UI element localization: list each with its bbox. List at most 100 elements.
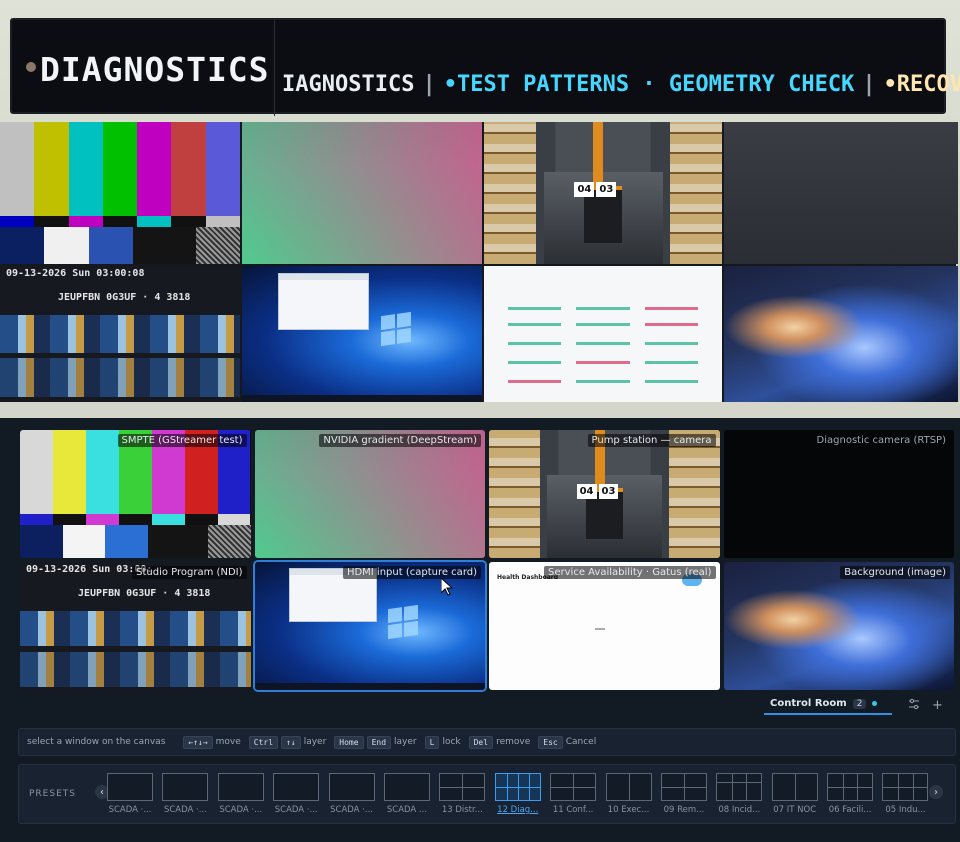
window-label: Pump station — camera: [587, 434, 716, 447]
preset-name: SCADA ·...: [108, 805, 152, 815]
sliders-icon[interactable]: [908, 698, 920, 714]
wall-timestamp: 09-13-2026 Sun 03:00:08: [6, 268, 145, 279]
preset-name: SCADA ...: [386, 805, 428, 815]
preset-item[interactable]: 13 Distr...: [439, 773, 486, 815]
preset-list: SCADA ·... SCADA ·... SCADA ·... SCADA ·...…: [107, 773, 929, 815]
preset-item[interactable]: 11 Conf...: [550, 773, 597, 815]
presets-label: PRESETS: [29, 789, 76, 799]
preset-thumbnail: [827, 773, 874, 801]
preset-name: 06 Facili...: [828, 805, 872, 815]
preset-item[interactable]: SCADA ·...: [217, 773, 264, 815]
hint-action: lock: [442, 737, 461, 747]
preset-item[interactable]: 08 Incid...: [716, 773, 763, 815]
key-home: Home: [334, 735, 364, 749]
preset-thumbnail: [383, 773, 430, 801]
wall-screen-gradient: [242, 122, 482, 264]
key-del: Del: [468, 735, 494, 749]
preset-item[interactable]: SCADA ·...: [162, 773, 209, 815]
wall-tag-b: 03: [596, 181, 617, 197]
preset-thumbnail: [550, 773, 597, 801]
preset-item[interactable]: 10 Exec...: [605, 773, 652, 815]
preset-thumbnail: [217, 773, 264, 801]
canvas-window-gatus[interactable]: Health Dashboard Service Availability · …: [489, 562, 720, 690]
canvas-window-gradient[interactable]: NVIDIA gradient (DeepStream): [254, 430, 485, 558]
key-arrows: ←↑↓→: [183, 735, 213, 749]
chevron-right-icon[interactable]: ›: [929, 785, 943, 799]
ticker-main-text: DIAGNOSTICS: [40, 50, 270, 89]
preset-thumbnail: [771, 773, 818, 801]
live-indicator-icon: [872, 700, 878, 706]
tab-control-room[interactable]: Control Room 2: [770, 698, 878, 709]
ticker-display: DIAGNOSTICS IAGNOSTICS | •TEST PATTERNS · …: [10, 18, 960, 116]
control-app: SMPTE (GStreamer test) NVIDIA gradient (…: [0, 418, 960, 842]
window-label: HDMI input (capture card): [342, 566, 481, 579]
preset-item[interactable]: SCADA ...: [383, 773, 430, 815]
preset-name: 07 IT NOC: [773, 805, 817, 815]
keyboard-hint-bar: select a window on the canvas ←↑↓→ move C…: [18, 728, 956, 756]
ticker-divider: [274, 20, 275, 116]
wall-screen-dashboard: [484, 266, 722, 402]
preset-thumbnail: [273, 773, 320, 801]
preset-thumbnail: [162, 773, 209, 801]
canvas-window-background[interactable]: Background (image): [723, 562, 954, 690]
canvas-window-smpte[interactable]: SMPTE (GStreamer test): [20, 430, 251, 558]
key-ctrl: Ctrl: [248, 735, 279, 749]
wall-screen-ndi: 09-13-2026 Sun 03:00:08 JEUPFBN 0G3UF · …: [0, 266, 240, 402]
tab-label: Control Room: [770, 698, 847, 709]
hint-action: move: [215, 737, 241, 747]
hint-action: layer: [303, 737, 327, 747]
preset-name: 09 Rem...: [663, 805, 705, 815]
preset-item[interactable]: 07 IT NOC: [771, 773, 818, 815]
preset-item[interactable]: 09 Rem...: [660, 773, 707, 815]
ticker-crawl-3: · GEOMETRY CHECK: [642, 72, 855, 97]
canvas-window-pump-camera[interactable]: 04 03 Pump station — camera: [489, 430, 720, 558]
mouse-cursor-icon: [440, 578, 453, 596]
canvas-window-hdmi[interactable]: HDMI input (capture card): [252, 560, 487, 692]
preset-name: SCADA ·...: [219, 805, 263, 815]
key-esc: Esc: [538, 735, 563, 749]
ticker-dot: [26, 62, 36, 72]
canvas-window-diagnostic-camera[interactable]: Diagnostic camera (RTSP): [723, 430, 954, 558]
preset-name: SCADA ·...: [274, 805, 318, 815]
window-label: SMPTE (GStreamer test): [117, 434, 247, 447]
tab-active-underline: [764, 713, 892, 715]
preset-thumbnail: [605, 773, 652, 801]
preset-name: SCADA ·...: [163, 805, 207, 815]
ndi-code: JEUPFBN 0G3UF · 4 3818: [78, 588, 211, 599]
window-label: NVIDIA gradient (DeepStream): [319, 434, 481, 447]
preset-name: 08 Incid...: [718, 805, 761, 815]
preset-thumbnail: [328, 773, 375, 801]
preset-item[interactable]: 12 Diag...: [494, 773, 541, 815]
wall-base: [0, 402, 960, 418]
key-end: End: [366, 735, 392, 749]
camera-tag-b: 03: [598, 483, 619, 499]
preset-item[interactable]: 05 Indu...: [882, 773, 929, 815]
key-l: L: [424, 735, 440, 749]
preset-name: 13 Distr...: [441, 805, 483, 815]
preset-thumbnail: [716, 773, 763, 801]
preset-name: 12 Diag...: [497, 805, 539, 815]
plus-icon[interactable]: +: [932, 698, 943, 713]
window-label: Diagnostic camera (RTSP): [816, 435, 946, 446]
preset-item[interactable]: SCADA ·...: [107, 773, 153, 815]
smpte-bars: [0, 122, 240, 264]
preset-item[interactable]: SCADA ·...: [328, 773, 375, 815]
hint-remove: Del remove: [468, 735, 530, 749]
presets-bar: PRESETS ‹ SCADA ·... SCADA ·... SCADA ·...…: [18, 764, 956, 824]
window-label: Studio Program (NDI): [132, 566, 247, 579]
ticker-separator: |: [862, 72, 876, 97]
layout-canvas[interactable]: SMPTE (GStreamer test) NVIDIA gradient (…: [20, 430, 954, 692]
wall-screen-dark: [724, 122, 958, 264]
preset-name: 11 Conf...: [552, 805, 594, 815]
window-label: Service Availability · Gatus (real): [544, 566, 716, 579]
ticker-crawl-4: •RECOV: [883, 72, 960, 97]
canvas-window-ndi[interactable]: 09-13-2026 Sun 03:00: JEUPFBN 0G3UF · 4 …: [20, 562, 251, 690]
video-wall: 04 03 09-13-2026 Sun 03:00:08 JEUPFBN 0G3…: [0, 122, 958, 402]
preset-item[interactable]: 06 Facili...: [827, 773, 874, 815]
key-updown: ↑↓: [281, 735, 301, 749]
preset-item[interactable]: SCADA ·...: [273, 773, 320, 815]
preset-name: 05 Indu...: [885, 805, 926, 815]
ticker-separator: |: [422, 72, 436, 97]
preset-thumbnail: [107, 773, 153, 801]
tab-count-badge: 2: [852, 699, 867, 709]
